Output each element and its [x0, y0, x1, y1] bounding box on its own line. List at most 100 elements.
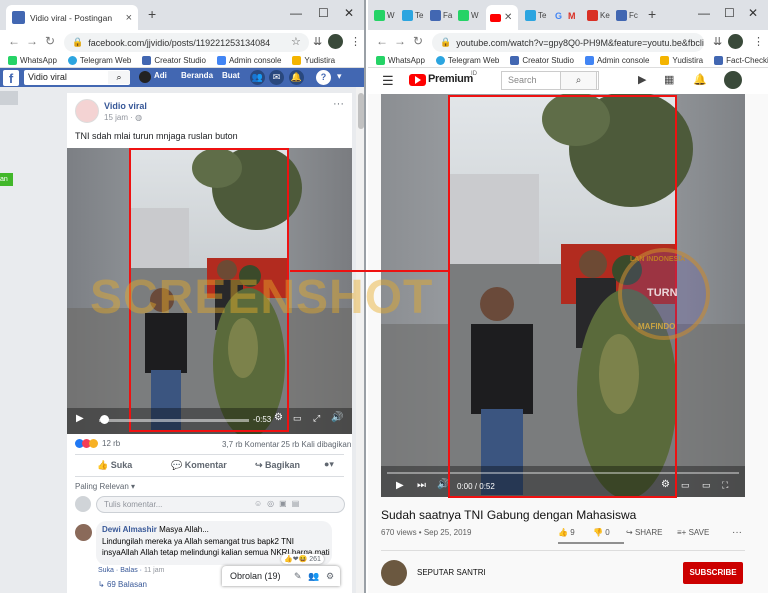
play-icon[interactable]: ▶: [396, 480, 404, 491]
bookmark-creator-studio[interactable]: Creator Studio: [510, 56, 574, 65]
video-progress-handle[interactable]: [100, 415, 109, 424]
new-tab-icon[interactable]: +: [148, 6, 156, 22]
tab-facebook-post[interactable]: Vidio viral - Postingan ×: [6, 5, 138, 30]
menu-icon[interactable]: ⋮: [350, 35, 361, 48]
like-button[interactable]: 👍 9: [558, 528, 575, 537]
close-tab-icon[interactable]: ✕: [504, 12, 512, 23]
extension-icon[interactable]: ⇊: [313, 35, 322, 48]
commenter-avatar[interactable]: [75, 524, 92, 541]
bookmark-creator-studio[interactable]: Creator Studio: [142, 56, 206, 65]
maximize-icon[interactable]: ☐: [724, 6, 735, 20]
profile-avatar[interactable]: [728, 34, 743, 49]
notifications-icon[interactable]: 🔔: [693, 73, 707, 86]
miniplayer-icon[interactable]: ▭: [681, 480, 690, 491]
new-tab-icon[interactable]: +: [648, 6, 656, 22]
group-icon[interactable]: 👥: [308, 566, 319, 586]
close-window-icon[interactable]: ✕: [344, 6, 354, 20]
notifications-icon[interactable]: 🔔: [289, 70, 304, 85]
create-video-icon[interactable]: ▶︎: [638, 73, 646, 86]
scrollbar-thumb[interactable]: [358, 93, 364, 129]
yt-progress-bar[interactable]: [387, 472, 739, 474]
comment-attachment-icons[interactable]: ☺◎▣▤: [254, 499, 304, 508]
bookmark-telegram[interactable]: Telegram Web: [435, 56, 499, 65]
bookmark-whatsapp[interactable]: WhatsApp: [8, 56, 57, 65]
bookmark-admin-console[interactable]: Admin console: [584, 56, 649, 65]
share-button[interactable]: ↪ Bagikan: [255, 460, 300, 471]
tab-whatsapp-2[interactable]: W: [458, 8, 479, 23]
volume-icon[interactable]: 🔊: [437, 479, 449, 490]
tab-gmail[interactable]: M: [568, 8, 576, 23]
friends-icon[interactable]: 👥: [250, 70, 265, 85]
nav-create[interactable]: Buat: [222, 71, 240, 80]
subscribe-button[interactable]: SUBSCRIBE: [683, 562, 743, 584]
tab-facebook[interactable]: Fa: [430, 8, 452, 23]
search-icon[interactable]: ⌕: [108, 71, 130, 84]
pip-icon[interactable]: ▭: [293, 413, 302, 424]
account-dropdown-icon[interactable]: ▾: [337, 71, 342, 82]
youtube-search-button[interactable]: ⌕: [560, 71, 597, 90]
share-count[interactable]: 25 rb Kali dibagikan: [281, 440, 351, 449]
comment-button[interactable]: 💬 Komentar: [171, 460, 227, 471]
bookmark-fact-checking[interactable]: Fact-Checking: [714, 56, 768, 65]
comment-reply-link[interactable]: Balas: [120, 567, 138, 574]
reload-icon[interactable]: ↻: [45, 34, 55, 48]
fullscreen-icon[interactable]: ⛶: [722, 480, 728, 491]
help-icon[interactable]: ?: [316, 70, 331, 85]
reaction-summary[interactable]: 12 rb: [75, 439, 120, 448]
post-author[interactable]: Vidio viral: [104, 101, 147, 111]
apps-icon[interactable]: ▦: [664, 73, 674, 86]
tab-telegram[interactable]: Te: [402, 8, 423, 23]
forward-icon[interactable]: →: [394, 34, 406, 48]
fullscreen-icon[interactable]: ⤢: [313, 413, 320, 424]
bookmark-whatsapp[interactable]: WhatsApp: [376, 56, 425, 65]
bookmark-telegram[interactable]: Telegram Web: [67, 56, 131, 65]
nav-user[interactable]: Adi: [154, 71, 167, 80]
share-audience-dropdown[interactable]: ●▾: [324, 459, 334, 470]
tab-telegram-2[interactable]: Te: [525, 8, 546, 23]
user-avatar[interactable]: [139, 71, 151, 83]
comment-input[interactable]: Tulis komentar...: [96, 496, 345, 513]
back-icon[interactable]: ←: [376, 34, 388, 48]
address-bar[interactable]: 🔒 facebook.com/jjvidio/posts/11922125313…: [64, 33, 309, 52]
bookmark-star-icon[interactable]: ☆: [291, 35, 301, 48]
view-replies-link[interactable]: ↳ 69 Balasan: [98, 580, 147, 589]
next-icon[interactable]: ⏭: [417, 480, 426, 491]
hamburger-menu-icon[interactable]: ☰: [382, 73, 394, 89]
profile-avatar[interactable]: [328, 34, 343, 49]
bookmark-yudistira[interactable]: Yudistira: [292, 56, 335, 65]
compose-icon[interactable]: ✎: [294, 566, 302, 586]
youtube-premium-label[interactable]: Premium: [428, 73, 473, 85]
minimize-icon[interactable]: —: [698, 6, 710, 20]
volume-icon[interactable]: 🔊: [331, 412, 343, 423]
youtube-logo-icon[interactable]: [409, 74, 426, 86]
chat-dock[interactable]: Obrolan (19) ✎ 👥 ⚙: [222, 566, 340, 586]
close-window-icon[interactable]: ✕: [748, 6, 758, 20]
play-icon[interactable]: ▶: [76, 413, 84, 424]
maximize-icon[interactable]: ☐: [318, 6, 329, 20]
nav-home[interactable]: Beranda: [181, 71, 213, 80]
save-button[interactable]: ≡+ SAVE: [677, 528, 709, 537]
messenger-icon[interactable]: ✉: [269, 70, 284, 85]
menu-icon[interactable]: ⋮: [753, 35, 764, 48]
tab-fc[interactable]: Fc: [616, 8, 638, 23]
yt-account-avatar[interactable]: [724, 71, 742, 89]
forward-icon[interactable]: →: [26, 34, 38, 48]
settings-icon[interactable]: ⚙: [661, 479, 670, 490]
post-options-icon[interactable]: ···: [333, 98, 344, 110]
bookmark-yudistira[interactable]: Yudistira: [660, 56, 703, 65]
tab-whatsapp[interactable]: W: [374, 8, 395, 23]
chat-settings-icon[interactable]: ⚙: [326, 566, 334, 586]
comment-like-link[interactable]: Suka: [98, 567, 114, 574]
channel-name[interactable]: SEPUTAR SANTRI: [417, 568, 486, 577]
close-tab-icon[interactable]: ×: [118, 12, 132, 24]
back-icon[interactable]: ←: [8, 34, 20, 48]
extension-icon[interactable]: ⇊: [713, 35, 722, 48]
post-time[interactable]: 15 jam: [104, 113, 128, 122]
share-button[interactable]: ↪ SHARE: [626, 528, 663, 537]
tab-google[interactable]: G: [555, 8, 564, 23]
video-progress-track[interactable]: [99, 419, 249, 422]
comment-count[interactable]: 3,7 rb Komentar: [222, 440, 279, 449]
facebook-logo-icon[interactable]: f: [3, 70, 19, 86]
comment-sort-dropdown[interactable]: Paling Relevan ▾: [75, 482, 135, 491]
reload-icon[interactable]: ↻: [413, 34, 423, 48]
